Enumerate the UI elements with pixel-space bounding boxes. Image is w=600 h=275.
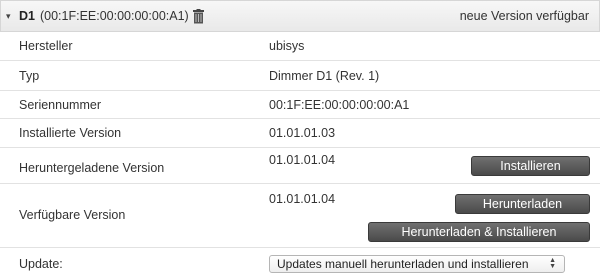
row-type: Typ Dimmer D1 (Rev. 1) — [0, 61, 600, 91]
update-mode-selected: Updates manuell herunterladen und instal… — [277, 257, 529, 271]
serial-label: Seriennummer — [19, 98, 101, 112]
select-arrows-icon: ▲ ▼ — [549, 257, 556, 270]
available-version-label: Verfügbare Version — [19, 208, 126, 222]
type-label: Typ — [19, 69, 40, 83]
update-label: Update: — [19, 257, 63, 271]
device-header: ▾ D1 (00:1F:EE:00:00:00:00:A1) neue Vers… — [0, 0, 600, 32]
download-and-install-button[interactable]: Herunterladen & Installieren — [368, 222, 590, 242]
row-update: Update: Updates manuell herunterladen un… — [0, 248, 600, 275]
install-button[interactable]: Installieren — [471, 156, 590, 176]
manufacturer-label: Hersteller — [19, 39, 73, 53]
device-name: D1 — [19, 9, 35, 23]
download-button[interactable]: Herunterladen — [455, 194, 590, 214]
row-serial: Seriennummer 00:1F:EE:00:00:00:00:A1 — [0, 91, 600, 119]
row-downloaded-version: Heruntergeladene Version 01.01.01.04 Ins… — [0, 148, 600, 184]
row-installed-version: Installierte Version 01.01.01.03 — [0, 119, 600, 148]
update-status: neue Version verfügbar — [459, 9, 589, 23]
downloaded-version-label: Heruntergeladene Version — [19, 161, 165, 175]
downloaded-version-value: 01.01.01.04 — [269, 153, 336, 167]
installed-version-label: Installierte Version — [19, 126, 122, 140]
trash-icon[interactable] — [192, 8, 205, 24]
type-value: Dimmer D1 (Rev. 1) — [269, 69, 380, 83]
row-available-version: Verfügbare Version 01.01.01.04 Herunterl… — [0, 184, 600, 248]
available-version-value: 01.01.01.04 — [269, 192, 336, 206]
collapse-toggle-icon[interactable]: ▾ — [6, 11, 17, 21]
device-mac: (00:1F:EE:00:00:00:00:A1) — [39, 9, 189, 23]
row-manufacturer: Hersteller ubisys — [0, 32, 600, 61]
installed-version-value: 01.01.01.03 — [269, 126, 336, 140]
manufacturer-value: ubisys — [269, 39, 305, 53]
serial-value: 00:1F:EE:00:00:00:00:A1 — [269, 98, 410, 112]
update-mode-select[interactable]: Updates manuell herunterladen und instal… — [269, 255, 565, 273]
